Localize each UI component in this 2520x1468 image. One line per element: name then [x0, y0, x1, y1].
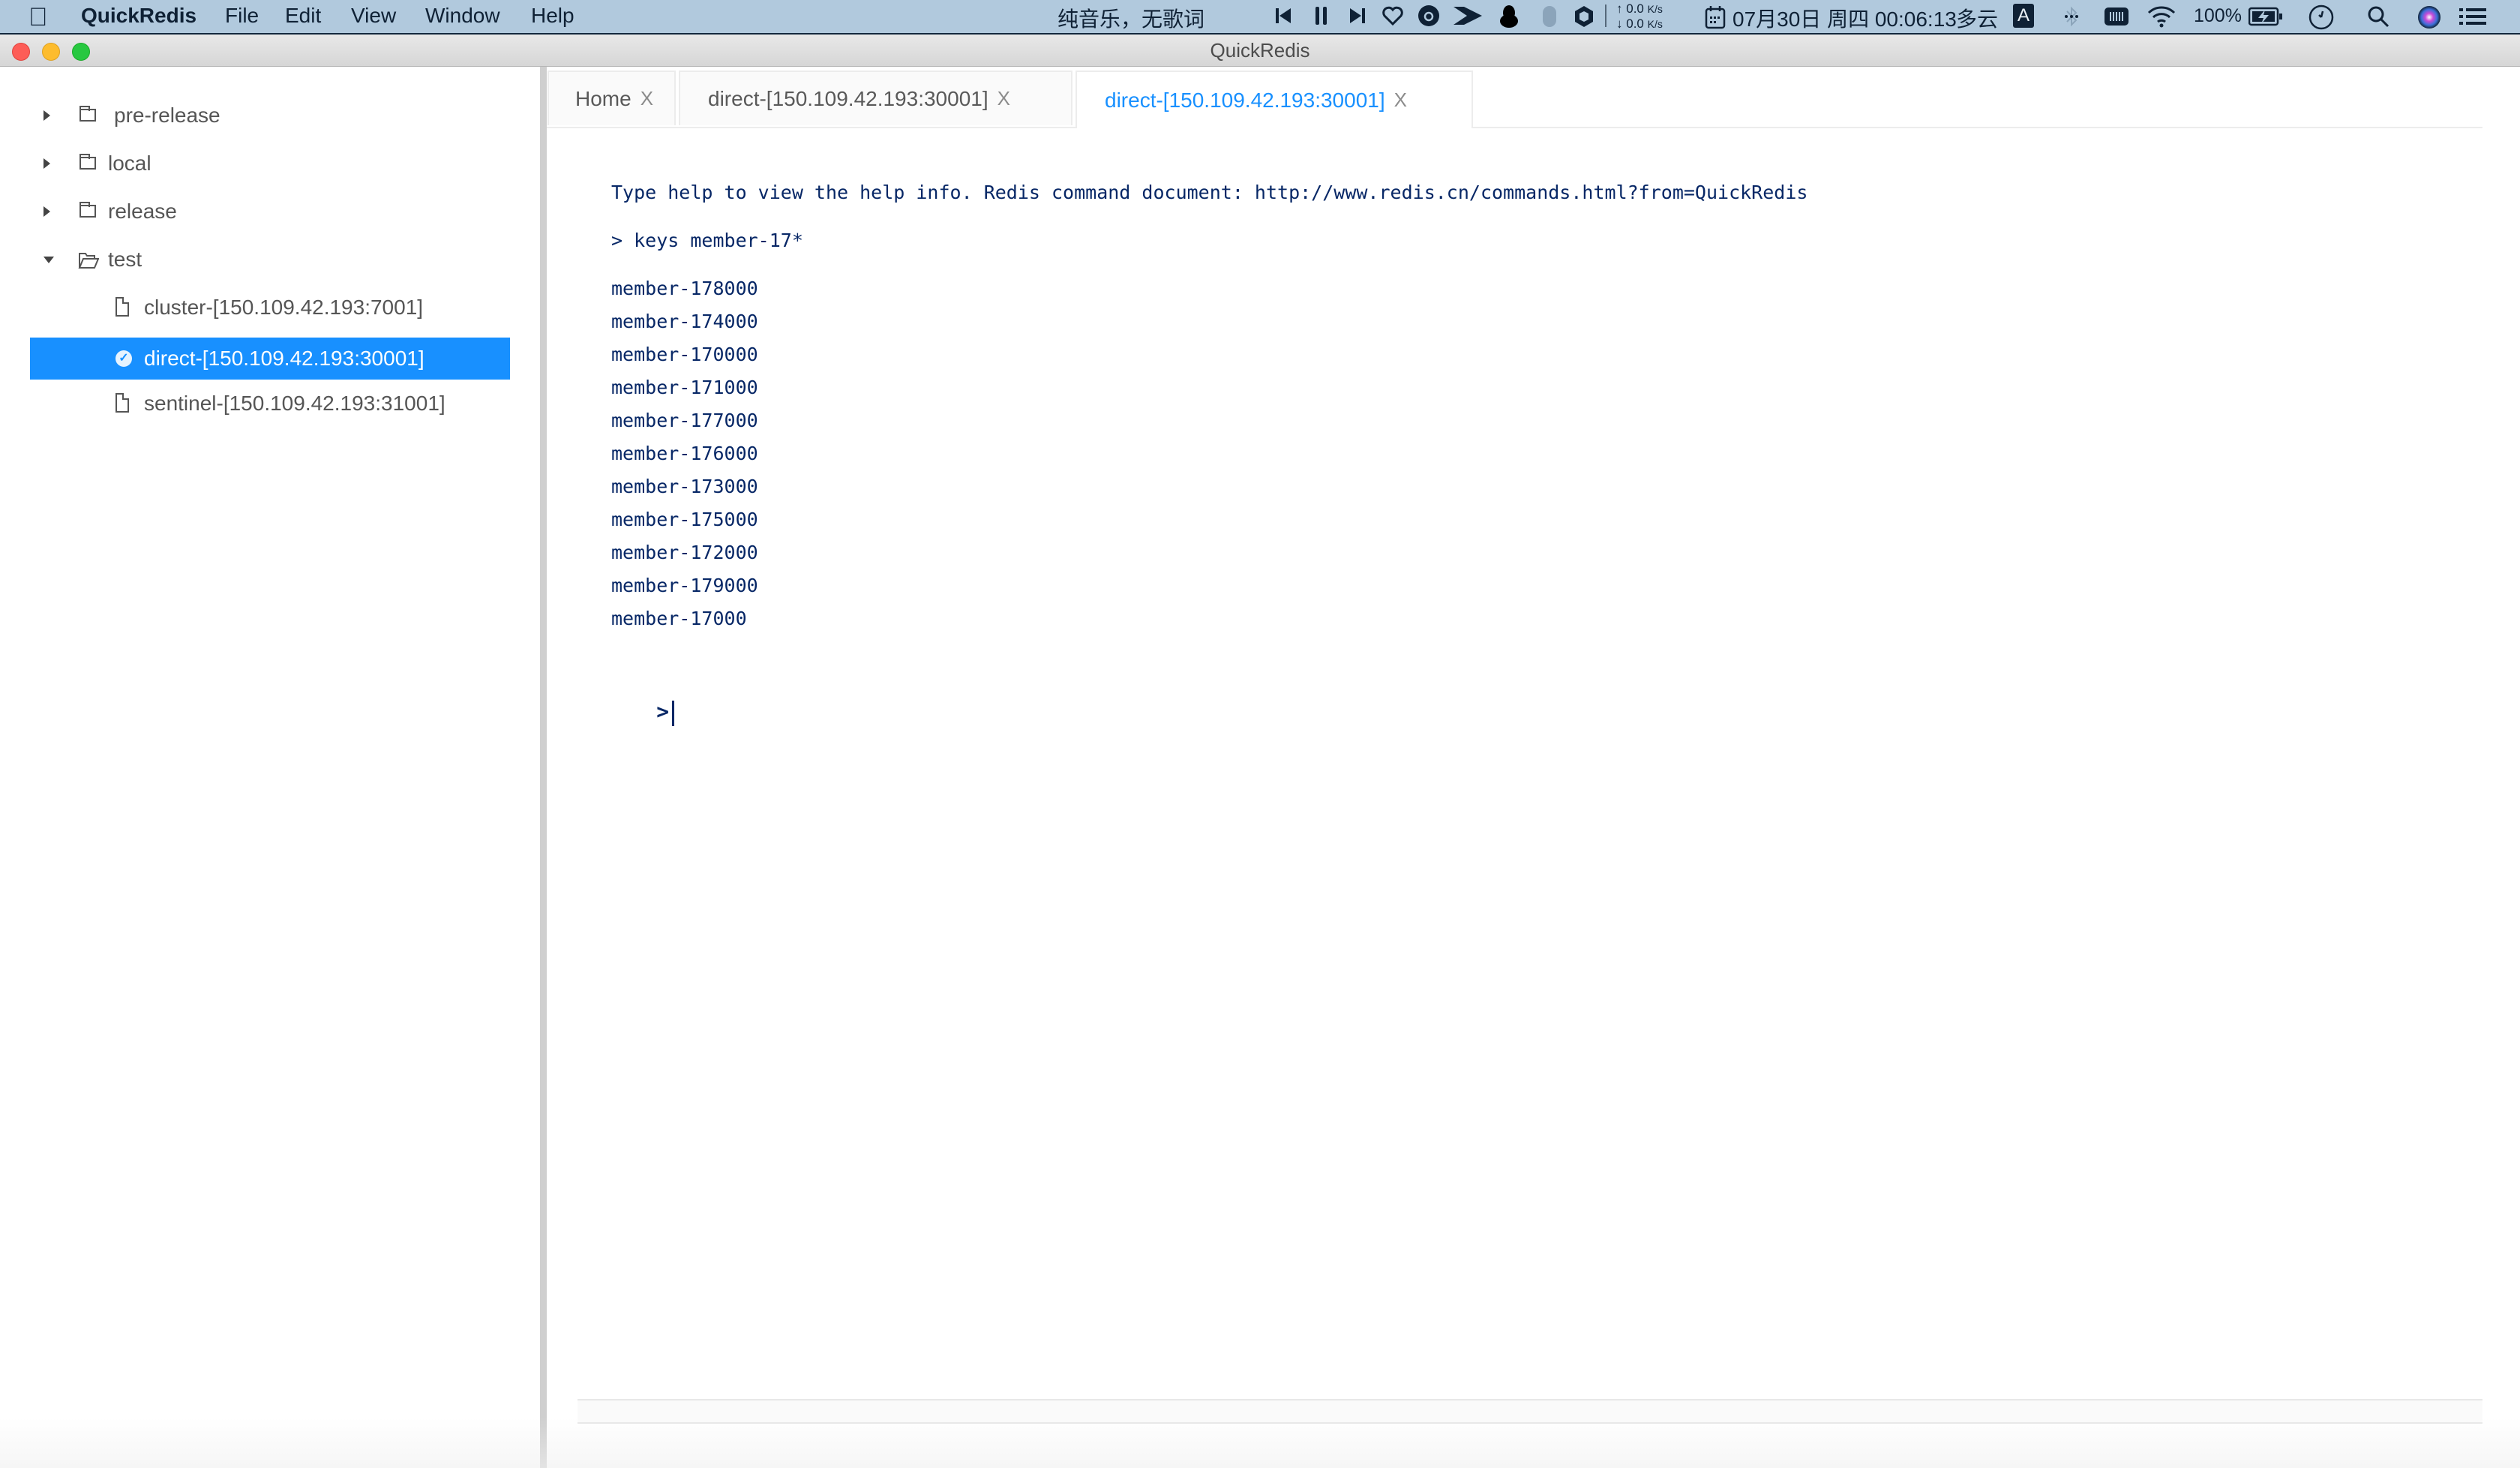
folder-open-icon	[78, 251, 100, 275]
spotlight-search-icon[interactable]	[2366, 5, 2390, 29]
console-bottom-bar	[578, 1399, 2482, 1424]
tab-direct-connection-active[interactable]: direct-[150.109.42.193:30001] X	[1076, 71, 1473, 128]
console-result-line: member-176000	[611, 443, 758, 464]
collapse-caret-icon[interactable]	[44, 256, 54, 263]
sidebar-resize-handle[interactable]	[540, 67, 547, 1468]
siri-icon[interactable]	[2416, 5, 2442, 30]
folder-icon	[80, 154, 96, 170]
tree-item-label: test	[108, 248, 142, 271]
text-cursor	[672, 701, 675, 726]
menu-view[interactable]: View	[351, 4, 396, 28]
menubar-divider	[1605, 5, 1606, 27]
network-speed[interactable]: ↑ 0.0 K/s ↓ 0.0 K/s	[1616, 2, 1663, 32]
apple-icon[interactable]: 	[28, 3, 48, 32]
memory-icon[interactable]	[2103, 5, 2130, 29]
menu-edit[interactable]: Edit	[285, 4, 321, 28]
tree-item-label: cluster-[150.109.42.193:7001]	[144, 296, 424, 319]
calendar-icon[interactable]	[1704, 5, 1726, 30]
datetime-text[interactable]: 07月30日 周四 00:06:13	[1732, 3, 1957, 33]
console-result-line: member-179000	[611, 575, 758, 596]
arrow-app-icon[interactable]	[1451, 5, 1484, 27]
tree-folder-test[interactable]: test	[30, 239, 510, 281]
battery-percent[interactable]: 100%	[2194, 5, 2242, 27]
tab-close-icon[interactable]: X	[640, 87, 653, 110]
file-icon	[116, 393, 129, 413]
hexagon-icon[interactable]	[1574, 5, 1594, 29]
console-result-line: member-172000	[611, 542, 758, 563]
tree-item-label: local	[108, 152, 152, 175]
console-result-line: member-178000	[611, 278, 758, 299]
mouse-icon[interactable]	[1541, 5, 1558, 29]
netease-music-icon[interactable]	[1418, 5, 1440, 27]
bluetooth-icon[interactable]	[2062, 5, 2080, 29]
net-up-unit: K/s	[1647, 3, 1663, 15]
next-track-icon[interactable]	[1348, 5, 1366, 27]
input-method-icon[interactable]: A	[2013, 4, 2034, 28]
window-title-bar: QuickRedis	[0, 35, 2520, 67]
tree-folder-release[interactable]: release	[30, 191, 510, 233]
expand-caret-icon[interactable]	[44, 206, 50, 217]
expand-caret-icon[interactable]	[44, 158, 50, 169]
menu-app-name[interactable]: QuickRedis	[81, 4, 196, 28]
net-down-unit: K/s	[1647, 18, 1663, 30]
tab-label: direct-[150.109.42.193:30001]	[1105, 88, 1385, 112]
console-command-line: > keys member-17*	[611, 230, 803, 251]
battery-charging-icon[interactable]	[2248, 5, 2284, 29]
window-title: QuickRedis	[1210, 39, 1310, 62]
tree-item-label: sentinel-[150.109.42.193:31001]	[144, 392, 446, 415]
now-playing-text[interactable]: 纯音乐，无歌词	[1058, 3, 1204, 33]
net-up-value: 0.0	[1626, 2, 1644, 16]
previous-track-icon[interactable]	[1275, 5, 1293, 27]
console-result-line: member-173000	[611, 476, 758, 497]
console-prompt: >	[656, 699, 670, 724]
macos-menu-bar:  QuickRedis File Edit View Window Help …	[0, 0, 2520, 35]
qq-penguin-icon[interactable]	[1498, 5, 1520, 29]
tab-label: direct-[150.109.42.193:30001]	[708, 86, 988, 110]
tab-close-icon[interactable]: X	[998, 87, 1010, 110]
tree-connection-cluster[interactable]: cluster-[150.109.42.193:7001]	[30, 287, 510, 329]
menu-file[interactable]: File	[225, 4, 259, 28]
tree-folder-local[interactable]: local	[30, 143, 510, 185]
console-prompt-line[interactable]: >	[611, 677, 675, 748]
menu-window[interactable]: Window	[425, 4, 500, 28]
tab-direct-connection[interactable]: direct-[150.109.42.193:30001] X	[679, 71, 1072, 125]
console-result-line: member-177000	[611, 410, 758, 431]
tab-close-icon[interactable]: X	[1394, 89, 1407, 112]
folder-icon	[80, 106, 96, 122]
weather-text[interactable]: 多云	[1956, 3, 1998, 33]
console-help-line: Type help to view the help info. Redis c…	[611, 182, 1808, 203]
tree-item-label: pre-release	[114, 104, 220, 127]
tab-label: Home	[575, 86, 632, 110]
file-icon	[116, 297, 129, 317]
console-result-line: member-17000	[611, 608, 747, 629]
console-result-line: member-170000	[611, 344, 758, 365]
tree-item-label: release	[108, 200, 177, 223]
redis-console[interactable]: Type help to view the help info. Redis c…	[547, 128, 2520, 1395]
tree-connection-direct[interactable]: ✓ direct-[150.109.42.193:30001]	[30, 338, 510, 380]
expand-caret-icon[interactable]	[44, 110, 50, 121]
clock-icon[interactable]	[2308, 5, 2334, 30]
heart-icon[interactable]	[1382, 5, 1404, 27]
tree-folder-pre-release[interactable]: pre-release	[30, 95, 510, 137]
net-down-value: 0.0	[1626, 17, 1644, 31]
wifi-icon[interactable]	[2146, 5, 2176, 29]
pause-icon[interactable]	[1312, 5, 1330, 27]
tree-connection-sentinel[interactable]: sentinel-[150.109.42.193:31001]	[30, 383, 510, 425]
console-result-line: member-174000	[611, 311, 758, 332]
connection-tree-sidebar: pre-release local release test cluster-[…	[0, 67, 540, 1468]
notification-center-icon[interactable]	[2458, 5, 2488, 29]
folder-icon	[80, 202, 96, 218]
tab-bar: Home X direct-[150.109.42.193:30001] X d…	[547, 67, 2482, 128]
check-circle-icon: ✓	[116, 350, 132, 367]
tab-home[interactable]: Home X	[548, 71, 676, 125]
console-result-line: member-171000	[611, 377, 758, 398]
tree-item-label: direct-[150.109.42.193:30001]	[144, 347, 424, 370]
console-result-line: member-175000	[611, 509, 758, 530]
menu-help[interactable]: Help	[531, 4, 574, 28]
